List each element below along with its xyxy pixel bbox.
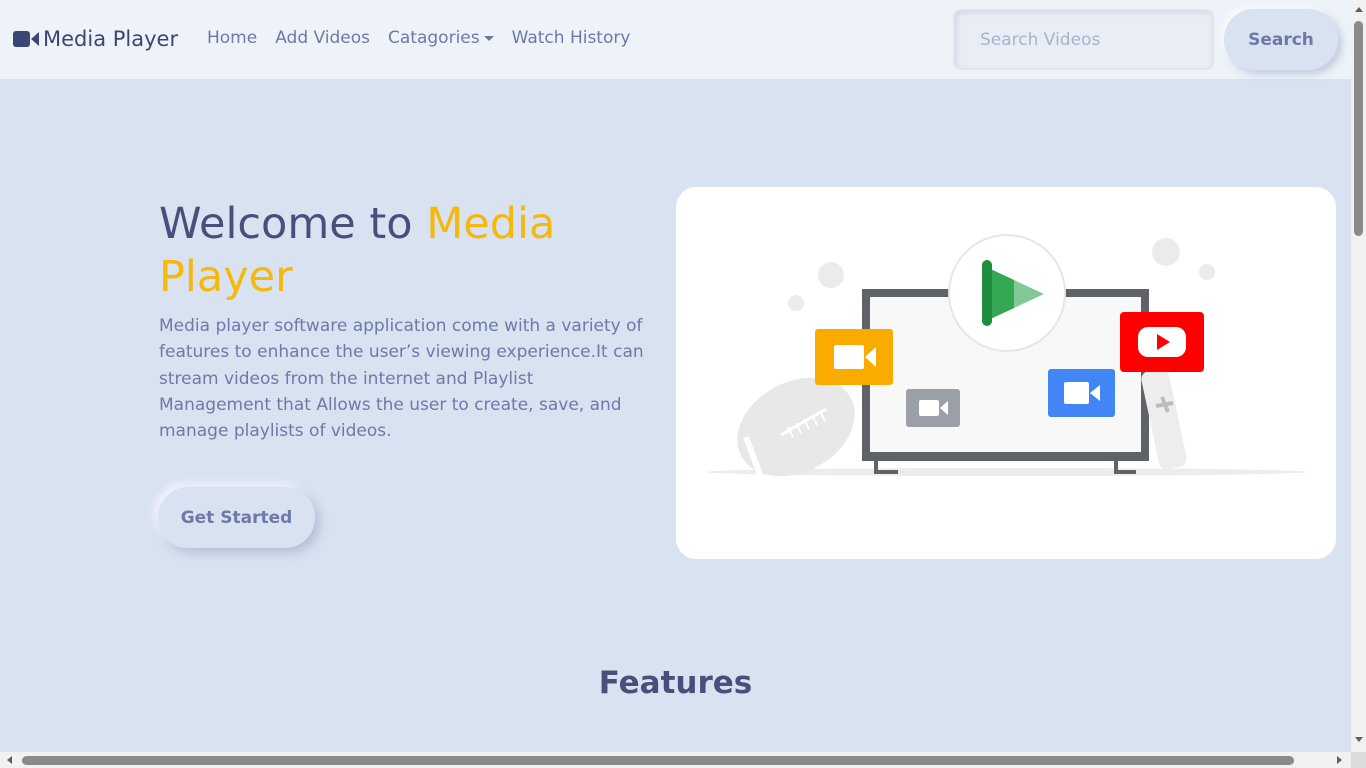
nav-links: Home Add Videos Catagories Watch History	[207, 28, 648, 48]
brand-link[interactable]: Media Player	[13, 24, 178, 54]
horizontal-scrollbar-thumb[interactable]	[22, 756, 1294, 765]
vertical-scrollbar-thumb[interactable]	[1354, 21, 1363, 236]
nav-dropdown-categories-label: Catagories	[388, 28, 480, 48]
blue-video-camera-icon	[1048, 369, 1115, 417]
search-button[interactable]: Search	[1224, 9, 1338, 70]
nav-dropdown-categories[interactable]: Catagories	[388, 28, 494, 48]
media-illustration	[706, 234, 1306, 479]
video-camera-icon	[13, 30, 39, 48]
scroll-down-icon[interactable]	[1355, 737, 1363, 742]
horizontal-scrollbar[interactable]	[0, 752, 1351, 768]
scroll-up-icon[interactable]	[1355, 7, 1363, 12]
nav-link-add-videos[interactable]: Add Videos	[275, 28, 370, 48]
search-input[interactable]	[953, 9, 1214, 70]
youtube-icon	[1120, 312, 1204, 372]
brand-name: Media Player	[43, 27, 179, 51]
yellow-video-camera-icon	[815, 329, 893, 385]
nav-link-watch-history[interactable]: Watch History	[512, 28, 631, 48]
play-button-icon	[948, 234, 1066, 352]
features-heading: Features	[598, 665, 753, 701]
scroll-right-icon[interactable]	[1337, 756, 1342, 764]
hero-title-text: Welcome to	[159, 199, 427, 249]
nav-link-home[interactable]: Home	[207, 28, 257, 48]
vertical-scrollbar[interactable]	[1351, 0, 1366, 752]
get-started-button[interactable]: Get Started	[158, 487, 315, 548]
scroll-left-icon[interactable]	[7, 756, 12, 764]
scrollbar-corner	[1351, 752, 1366, 768]
hero-title: Welcome to Media Player	[159, 198, 639, 304]
hero-description: Media player software application come w…	[159, 316, 644, 442]
navbar: Media Player Home Add Videos Catagories …	[0, 0, 1351, 79]
caret-down-icon	[483, 35, 494, 41]
hero-illustration-card	[676, 187, 1336, 559]
grey-video-camera-icon	[906, 389, 960, 427]
